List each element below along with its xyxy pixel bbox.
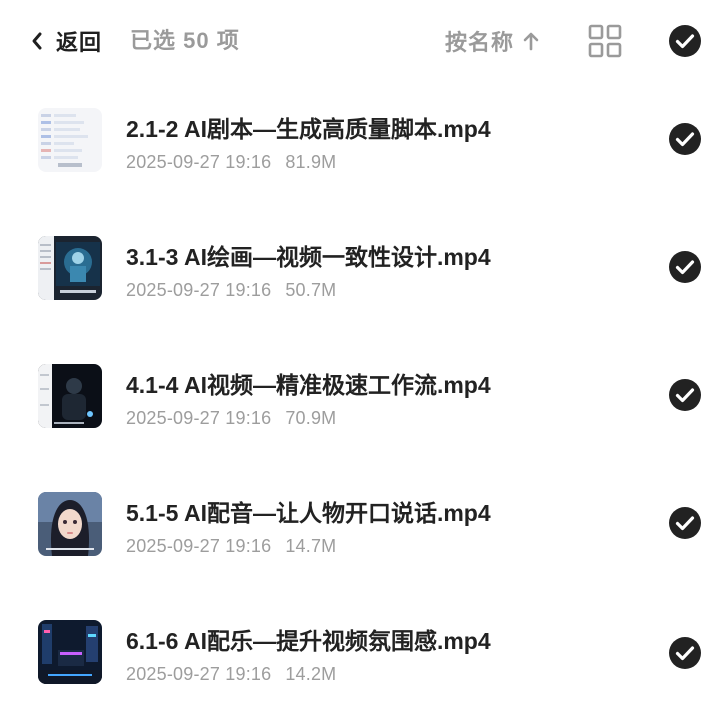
- file-date: 2025-09-27 19:16: [126, 536, 272, 556]
- file-name: 3.1-3 AI绘画—视频一致性设计.mp4: [126, 244, 491, 270]
- arrow-up-icon: [523, 32, 539, 51]
- file-size: 81.9M: [285, 152, 337, 172]
- file-size: 14.2M: [285, 664, 337, 684]
- file-name: 4.1-4 AI视频—精准极速工作流.mp4: [126, 372, 491, 398]
- file-name: 6.1-6 AI配乐—提升视频氛围感.mp4: [126, 628, 491, 654]
- file-meta: 2025-09-27 19:16 70.9M: [126, 408, 336, 429]
- file-date: 2025-09-27 19:16: [126, 408, 272, 428]
- top-bar: 返回 已选 50 项 按名称: [0, 0, 712, 84]
- checkmark-circle-icon[interactable]: [668, 378, 702, 412]
- file-meta: 2025-09-27 19:16 14.7M: [126, 536, 336, 557]
- file-meta: 2025-09-27 19:16 81.9M: [126, 152, 336, 173]
- checkmark-circle-icon[interactable]: [668, 506, 702, 540]
- chevron-left-icon: [32, 32, 42, 50]
- sort-by-name-button[interactable]: 按名称: [445, 26, 540, 56]
- grid-view-icon[interactable]: [588, 24, 622, 58]
- file-row[interactable]: 5.1-5 AI配音—让人物开口说话.mp4 2025-09-27 19:16 1…: [0, 468, 712, 578]
- video-thumbnail: [38, 492, 102, 556]
- back-button[interactable]: 返回: [30, 26, 102, 56]
- file-row[interactable]: 3.1-3 AI绘画—视频一致性设计.mp4 2025-09-27 19:16 5…: [0, 212, 712, 322]
- file-date: 2025-09-27 19:16: [126, 280, 272, 300]
- video-thumbnail: [38, 108, 102, 172]
- video-thumbnail: [38, 236, 102, 300]
- file-date: 2025-09-27 19:16: [126, 152, 272, 172]
- select-all-checkmark-icon[interactable]: [668, 24, 702, 58]
- file-size: 50.7M: [285, 280, 337, 300]
- file-size: 70.9M: [285, 408, 337, 428]
- file-row[interactable]: 2.1-2 AI剧本—生成高质量脚本.mp4 2025-09-27 19:16 8…: [0, 84, 712, 194]
- file-date: 2025-09-27 19:16: [126, 664, 272, 684]
- checkmark-circle-icon[interactable]: [668, 250, 702, 284]
- file-name: 5.1-5 AI配音—让人物开口说话.mp4: [126, 500, 491, 526]
- file-row[interactable]: 6.1-6 AI配乐—提升视频氛围感.mp4 2025-09-27 19:16 1…: [0, 596, 712, 706]
- file-row[interactable]: 4.1-4 AI视频—精准极速工作流.mp4 2025-09-27 19:16 7…: [0, 340, 712, 450]
- file-meta: 2025-09-27 19:16 50.7M: [126, 280, 336, 301]
- selected-count: 已选 50 项: [130, 28, 240, 53]
- file-size: 14.7M: [285, 536, 337, 556]
- file-meta: 2025-09-27 19:16 14.2M: [126, 664, 336, 685]
- video-thumbnail: [38, 620, 102, 684]
- back-label: 返回: [56, 30, 103, 55]
- sort-label: 按名称: [445, 30, 515, 55]
- video-thumbnail: [38, 364, 102, 428]
- checkmark-circle-icon[interactable]: [668, 122, 702, 156]
- file-name: 2.1-2 AI剧本—生成高质量脚本.mp4: [126, 116, 491, 142]
- checkmark-circle-icon[interactable]: [668, 636, 702, 670]
